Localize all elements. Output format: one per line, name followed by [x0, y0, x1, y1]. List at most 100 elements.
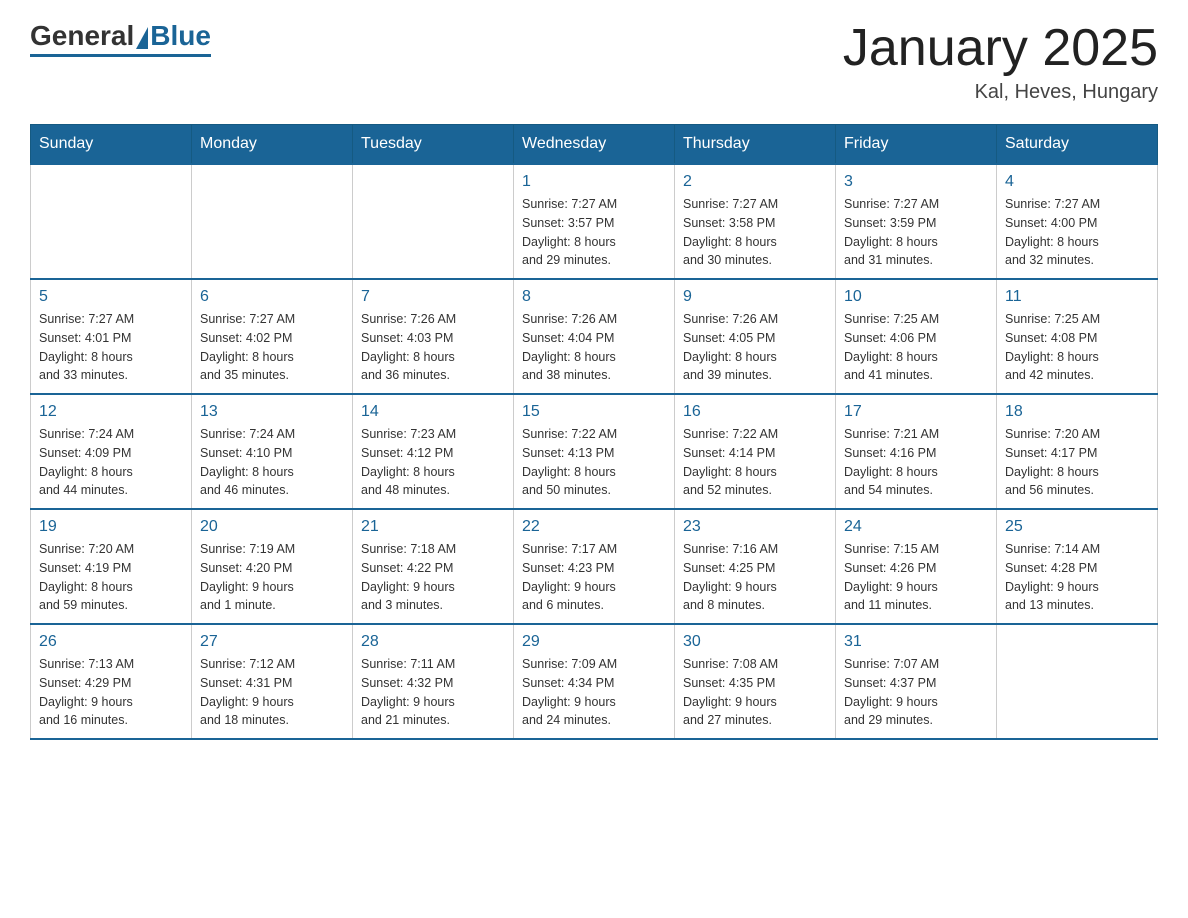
- logo-general-text: General: [30, 20, 134, 52]
- calendar-cell: 4 Sunrise: 7:27 AMSunset: 4:00 PMDaylight…: [997, 164, 1158, 279]
- day-number: 11: [1005, 288, 1149, 306]
- calendar-header-tuesday: Tuesday: [353, 125, 514, 165]
- calendar-week-row: 1 Sunrise: 7:27 AMSunset: 3:57 PMDaylight…: [31, 164, 1158, 279]
- day-number: 22: [522, 518, 666, 536]
- calendar-cell: 1 Sunrise: 7:27 AMSunset: 3:57 PMDaylight…: [514, 164, 675, 279]
- calendar-week-row: 5 Sunrise: 7:27 AMSunset: 4:01 PMDaylight…: [31, 279, 1158, 394]
- day-info: Sunrise: 7:19 AMSunset: 4:20 PMDaylight:…: [200, 540, 344, 615]
- calendar-cell: 5 Sunrise: 7:27 AMSunset: 4:01 PMDaylight…: [31, 279, 192, 394]
- calendar-cell: 20 Sunrise: 7:19 AMSunset: 4:20 PMDayligh…: [192, 509, 353, 624]
- day-number: 4: [1005, 173, 1149, 191]
- calendar-cell: 22Sunrise: 7:17 AMSunset: 4:23 PMDayligh…: [514, 509, 675, 624]
- calendar-cell: [353, 164, 514, 279]
- calendar-cell: [997, 624, 1158, 739]
- calendar-cell: 17Sunrise: 7:21 AMSunset: 4:16 PMDayligh…: [836, 394, 997, 509]
- page-header: General Blue January 2025 Kal, Heves, Hu…: [30, 20, 1158, 104]
- day-info: Sunrise: 7:27 AMSunset: 3:59 PMDaylight:…: [844, 195, 988, 270]
- day-number: 24: [844, 518, 988, 536]
- calendar-cell: 16 Sunrise: 7:22 AMSunset: 4:14 PMDayligh…: [675, 394, 836, 509]
- day-number: 6: [200, 288, 344, 306]
- day-info: Sunrise: 7:27 AMSunset: 4:01 PMDaylight:…: [39, 310, 183, 385]
- calendar-title: January 2025: [843, 20, 1158, 77]
- day-info: Sunrise: 7:25 AMSunset: 4:06 PMDaylight:…: [844, 310, 988, 385]
- calendar-cell: 10 Sunrise: 7:25 AMSunset: 4:06 PMDayligh…: [836, 279, 997, 394]
- calendar-cell: 2 Sunrise: 7:27 AMSunset: 3:58 PMDaylight…: [675, 164, 836, 279]
- calendar-cell: 15 Sunrise: 7:22 AMSunset: 4:13 PMDayligh…: [514, 394, 675, 509]
- day-info: Sunrise: 7:24 AMSunset: 4:09 PMDaylight:…: [39, 425, 183, 500]
- calendar-cell: 29 Sunrise: 7:09 AMSunset: 4:34 PMDayligh…: [514, 624, 675, 739]
- calendar-cell: 7 Sunrise: 7:26 AMSunset: 4:03 PMDaylight…: [353, 279, 514, 394]
- day-info: Sunrise: 7:26 AMSunset: 4:03 PMDaylight:…: [361, 310, 505, 385]
- calendar-week-row: 12Sunrise: 7:24 AMSunset: 4:09 PMDayligh…: [31, 394, 1158, 509]
- calendar-cell: 14 Sunrise: 7:23 AMSunset: 4:12 PMDayligh…: [353, 394, 514, 509]
- calendar-cell: 18Sunrise: 7:20 AMSunset: 4:17 PMDayligh…: [997, 394, 1158, 509]
- calendar-cell: 13Sunrise: 7:24 AMSunset: 4:10 PMDayligh…: [192, 394, 353, 509]
- logo-blue-text: Blue: [150, 20, 211, 52]
- logo: General Blue: [30, 20, 211, 57]
- day-number: 9: [683, 288, 827, 306]
- calendar-cell: 19Sunrise: 7:20 AMSunset: 4:19 PMDayligh…: [31, 509, 192, 624]
- calendar-cell: 21Sunrise: 7:18 AMSunset: 4:22 PMDayligh…: [353, 509, 514, 624]
- day-number: 15: [522, 403, 666, 421]
- calendar-cell: 12Sunrise: 7:24 AMSunset: 4:09 PMDayligh…: [31, 394, 192, 509]
- day-number: 17: [844, 403, 988, 421]
- day-info: Sunrise: 7:15 AMSunset: 4:26 PMDaylight:…: [844, 540, 988, 615]
- calendar-cell: [31, 164, 192, 279]
- day-number: 13: [200, 403, 344, 421]
- day-info: Sunrise: 7:22 AMSunset: 4:14 PMDaylight:…: [683, 425, 827, 500]
- day-info: Sunrise: 7:08 AMSunset: 4:35 PMDaylight:…: [683, 655, 827, 730]
- day-number: 14: [361, 403, 505, 421]
- calendar-cell: 9 Sunrise: 7:26 AMSunset: 4:05 PMDaylight…: [675, 279, 836, 394]
- day-number: 23: [683, 518, 827, 536]
- calendar-cell: 6 Sunrise: 7:27 AMSunset: 4:02 PMDaylight…: [192, 279, 353, 394]
- day-info: Sunrise: 7:27 AMSunset: 4:00 PMDaylight:…: [1005, 195, 1149, 270]
- day-info: Sunrise: 7:20 AMSunset: 4:19 PMDaylight:…: [39, 540, 183, 615]
- calendar-cell: 30Sunrise: 7:08 AMSunset: 4:35 PMDayligh…: [675, 624, 836, 739]
- day-info: Sunrise: 7:27 AMSunset: 3:58 PMDaylight:…: [683, 195, 827, 270]
- day-number: 29: [522, 633, 666, 651]
- calendar-cell: 28 Sunrise: 7:11 AMSunset: 4:32 PMDayligh…: [353, 624, 514, 739]
- day-number: 27: [200, 633, 344, 651]
- logo-underline: [30, 54, 211, 57]
- day-number: 26: [39, 633, 183, 651]
- calendar-cell: 31Sunrise: 7:07 AMSunset: 4:37 PMDayligh…: [836, 624, 997, 739]
- calendar-table: SundayMondayTuesdayWednesdayThursdayFrid…: [30, 124, 1158, 740]
- day-number: 1: [522, 173, 666, 191]
- day-info: Sunrise: 7:26 AMSunset: 4:05 PMDaylight:…: [683, 310, 827, 385]
- day-number: 28: [361, 633, 505, 651]
- day-info: Sunrise: 7:23 AMSunset: 4:12 PMDaylight:…: [361, 425, 505, 500]
- calendar-cell: 26 Sunrise: 7:13 AMSunset: 4:29 PMDayligh…: [31, 624, 192, 739]
- day-info: Sunrise: 7:22 AMSunset: 4:13 PMDaylight:…: [522, 425, 666, 500]
- calendar-cell: 25Sunrise: 7:14 AMSunset: 4:28 PMDayligh…: [997, 509, 1158, 624]
- calendar-week-row: 19Sunrise: 7:20 AMSunset: 4:19 PMDayligh…: [31, 509, 1158, 624]
- calendar-header-friday: Friday: [836, 125, 997, 165]
- day-info: Sunrise: 7:11 AMSunset: 4:32 PMDaylight:…: [361, 655, 505, 730]
- day-info: Sunrise: 7:13 AMSunset: 4:29 PMDaylight:…: [39, 655, 183, 730]
- day-number: 2: [683, 173, 827, 191]
- calendar-header-thursday: Thursday: [675, 125, 836, 165]
- calendar-header-monday: Monday: [192, 125, 353, 165]
- day-info: Sunrise: 7:14 AMSunset: 4:28 PMDaylight:…: [1005, 540, 1149, 615]
- calendar-cell: 11Sunrise: 7:25 AMSunset: 4:08 PMDayligh…: [997, 279, 1158, 394]
- day-number: 18: [1005, 403, 1149, 421]
- logo-flag-icon: [136, 27, 148, 49]
- day-info: Sunrise: 7:18 AMSunset: 4:22 PMDaylight:…: [361, 540, 505, 615]
- day-number: 20: [200, 518, 344, 536]
- calendar-cell: 27 Sunrise: 7:12 AMSunset: 4:31 PMDayligh…: [192, 624, 353, 739]
- day-number: 8: [522, 288, 666, 306]
- day-info: Sunrise: 7:12 AMSunset: 4:31 PMDaylight:…: [200, 655, 344, 730]
- day-info: Sunrise: 7:27 AMSunset: 3:57 PMDaylight:…: [522, 195, 666, 270]
- day-number: 3: [844, 173, 988, 191]
- day-info: Sunrise: 7:09 AMSunset: 4:34 PMDaylight:…: [522, 655, 666, 730]
- calendar-cell: 24 Sunrise: 7:15 AMSunset: 4:26 PMDayligh…: [836, 509, 997, 624]
- day-number: 31: [844, 633, 988, 651]
- day-number: 7: [361, 288, 505, 306]
- calendar-cell: 8Sunrise: 7:26 AMSunset: 4:04 PMDaylight…: [514, 279, 675, 394]
- calendar-header-wednesday: Wednesday: [514, 125, 675, 165]
- day-number: 16: [683, 403, 827, 421]
- calendar-header-sunday: Sunday: [31, 125, 192, 165]
- day-number: 10: [844, 288, 988, 306]
- day-info: Sunrise: 7:27 AMSunset: 4:02 PMDaylight:…: [200, 310, 344, 385]
- day-number: 5: [39, 288, 183, 306]
- calendar-cell: [192, 164, 353, 279]
